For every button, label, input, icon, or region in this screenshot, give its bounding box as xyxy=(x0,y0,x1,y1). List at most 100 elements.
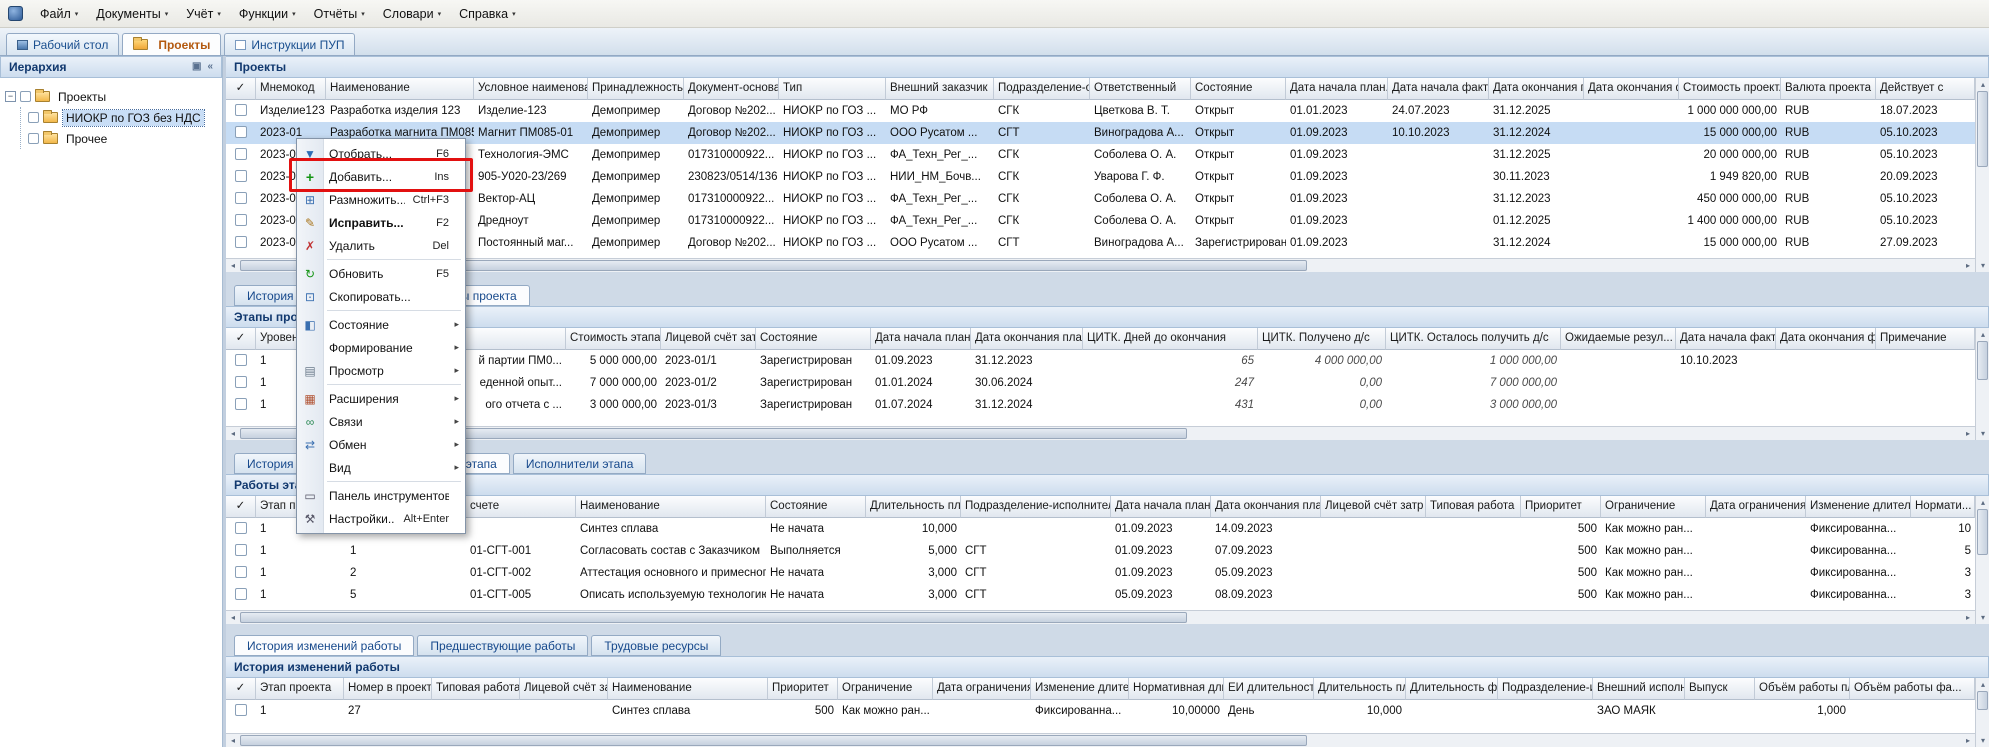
context-menu-item[interactable]: ✗УдалитьDel xyxy=(297,234,465,257)
context-menu-item[interactable]: ✎Исправить...F2 xyxy=(297,211,465,234)
table-row[interactable]: 1101-СГТ-001Согласовать состав с Заказчи… xyxy=(226,540,1975,562)
detail-tab[interactable]: Предшествующие работы xyxy=(417,635,588,656)
column-header[interactable]: Дата ограничения xyxy=(1706,496,1806,518)
node-checkbox[interactable] xyxy=(20,91,31,102)
table-row[interactable]: 2023-05ДредноутДемопример017310000922...… xyxy=(226,210,1975,232)
table-row[interactable]: 2023-03905-У020-23/269Демопример230823/0… xyxy=(226,166,1975,188)
scroll-right-icon[interactable]: ▸ xyxy=(1961,611,1975,624)
node-checkbox[interactable] xyxy=(28,133,39,144)
vertical-scrollbar[interactable]: ▴▾ xyxy=(1975,328,1989,440)
column-header[interactable]: Ограничение xyxy=(1601,496,1706,518)
row-checkbox[interactable] xyxy=(235,170,247,182)
column-header[interactable]: Объём работы фа... xyxy=(1850,678,1975,700)
column-header[interactable]: Дата начала факт. xyxy=(1388,78,1489,100)
menubar-item[interactable]: Словари▾ xyxy=(374,3,450,25)
scrollbar-track[interactable] xyxy=(1976,341,1989,427)
scroll-up-icon[interactable]: ▴ xyxy=(1976,328,1989,341)
scroll-down-icon[interactable]: ▾ xyxy=(1976,427,1989,440)
scroll-right-icon[interactable]: ▸ xyxy=(1961,427,1975,440)
column-header[interactable]: Состояние xyxy=(756,328,871,350)
column-header[interactable]: Состояние xyxy=(766,496,866,518)
scroll-up-icon[interactable]: ▴ xyxy=(1976,496,1989,509)
column-header[interactable]: Валюта проекта xyxy=(1781,78,1876,100)
pin-icon[interactable]: ▣ xyxy=(192,62,201,72)
horizontal-scrollbar[interactable]: ◂▸ xyxy=(226,426,1975,440)
scrollbar-thumb[interactable] xyxy=(240,612,1187,623)
context-menu-item[interactable]: ▭Панель инструментов xyxy=(297,484,465,507)
column-header[interactable]: Подразделение-от... xyxy=(994,78,1090,100)
column-header[interactable]: Ответственный xyxy=(1090,78,1191,100)
table-row[interactable]: 2023-04Вектор-АЦДемопример017310000922..… xyxy=(226,188,1975,210)
column-header[interactable]: Стоимость этапа xyxy=(566,328,661,350)
column-header[interactable]: ЦИТК. Получено д/с xyxy=(1258,328,1386,350)
column-header[interactable]: счете xyxy=(466,496,576,518)
row-checkbox[interactable] xyxy=(235,588,247,600)
select-all-header[interactable]: ✓ xyxy=(226,78,256,100)
scroll-down-icon[interactable]: ▾ xyxy=(1976,259,1989,272)
column-header[interactable]: Принадлежность xyxy=(588,78,684,100)
scrollbar-track[interactable] xyxy=(240,611,1961,624)
scroll-left-icon[interactable]: ◂ xyxy=(226,734,240,747)
column-header[interactable]: Дата окончания ф... xyxy=(1584,78,1679,100)
scroll-left-icon[interactable]: ◂ xyxy=(226,427,240,440)
row-checkbox[interactable] xyxy=(235,376,247,388)
column-header[interactable]: Дата начала план. xyxy=(1286,78,1388,100)
scrollbar-track[interactable] xyxy=(1976,91,1989,259)
menubar-item[interactable]: Справка▾ xyxy=(450,3,525,25)
scroll-right-icon[interactable]: ▸ xyxy=(1961,259,1975,272)
column-header[interactable]: Мнемокод xyxy=(256,78,326,100)
column-header[interactable]: Условное наименование xyxy=(474,78,588,100)
menubar-item[interactable]: Отчёты▾ xyxy=(305,3,374,25)
horizontal-scrollbar[interactable]: ◂▸ xyxy=(226,258,1975,272)
column-header[interactable]: Ожидаемые резул... xyxy=(1561,328,1676,350)
column-header[interactable]: Типовая работа xyxy=(1426,496,1521,518)
menubar-item[interactable]: Функции▾ xyxy=(230,3,305,25)
detail-tab[interactable]: Исполнители этапа xyxy=(513,453,647,474)
context-menu-item[interactable]: ⊡Скопировать... xyxy=(297,285,465,308)
column-header[interactable]: Дата начала план xyxy=(1111,496,1211,518)
column-header[interactable]: Лицевой счёт затр xyxy=(520,678,608,700)
column-header[interactable]: Длительность фак... xyxy=(1406,678,1498,700)
tree-node[interactable]: НИОКР по ГОЗ без НДС xyxy=(28,107,217,128)
column-header[interactable]: Дата начала факт xyxy=(1676,328,1776,350)
detail-tab[interactable]: История изменений работы xyxy=(234,635,414,656)
column-header[interactable]: Документ-основани xyxy=(684,78,779,100)
column-header[interactable]: Действует с xyxy=(1876,78,1975,100)
column-header[interactable]: Приоритет xyxy=(1521,496,1601,518)
horizontal-scrollbar[interactable]: ◂▸ xyxy=(226,733,1975,747)
tree-node-root[interactable]: −Проекты xyxy=(5,86,217,107)
column-header[interactable]: Стоимость проект... xyxy=(1679,78,1781,100)
column-header[interactable]: Нормати... xyxy=(1911,496,1975,518)
vertical-scrollbar[interactable]: ▴▾ xyxy=(1975,496,1989,624)
table-row[interactable]: 1ого отчета с ...3 000 000,002023-01/3За… xyxy=(226,394,1975,416)
context-menu-item[interactable]: ∞Связи▸ xyxy=(297,410,465,433)
context-menu-item[interactable]: Формирование▸ xyxy=(297,336,465,359)
context-menu-item[interactable]: ▦Расширения▸ xyxy=(297,387,465,410)
table-row[interactable]: Изделие123Разработка изделия 123Изделие-… xyxy=(226,100,1975,122)
context-menu-item[interactable]: Вид▸ xyxy=(297,456,465,479)
column-header[interactable]: Объём работы пл... xyxy=(1755,678,1850,700)
scroll-left-icon[interactable]: ◂ xyxy=(226,611,240,624)
main-tab[interactable]: Проекты xyxy=(122,33,221,55)
row-checkbox[interactable] xyxy=(235,148,247,160)
row-checkbox[interactable] xyxy=(235,104,247,116)
select-all-header[interactable]: ✓ xyxy=(226,328,256,350)
column-header[interactable]: Приоритет xyxy=(768,678,838,700)
column-header[interactable]: Внешний заказчик xyxy=(886,78,994,100)
app-icon[interactable] xyxy=(8,6,23,21)
column-header[interactable]: Примечание xyxy=(1876,328,1975,350)
select-all-header[interactable]: ✓ xyxy=(226,496,256,518)
column-header[interactable]: Дата ограничения xyxy=(933,678,1031,700)
vertical-scrollbar[interactable]: ▴▾ xyxy=(1975,78,1989,272)
scrollbar-track[interactable] xyxy=(1976,691,1989,734)
table-row[interactable]: 2023-02Технология-ЭМСДемопример017310000… xyxy=(226,144,1975,166)
context-menu-item[interactable]: ⚒Настройки...Alt+Enter xyxy=(297,507,465,530)
scrollbar-thumb[interactable] xyxy=(240,735,1307,746)
column-header[interactable]: Подразделение-исполнитель... xyxy=(961,496,1111,518)
column-header[interactable]: ЦИТК. Осталось получить д/с xyxy=(1386,328,1561,350)
scrollbar-track[interactable] xyxy=(240,427,1961,440)
menubar-item[interactable]: Документы▾ xyxy=(87,3,177,25)
column-header[interactable]: Внешний исполни... xyxy=(1593,678,1685,700)
column-header[interactable]: Типовая работа xyxy=(432,678,520,700)
context-menu-item[interactable]: ◧Состояние▸ xyxy=(297,313,465,336)
